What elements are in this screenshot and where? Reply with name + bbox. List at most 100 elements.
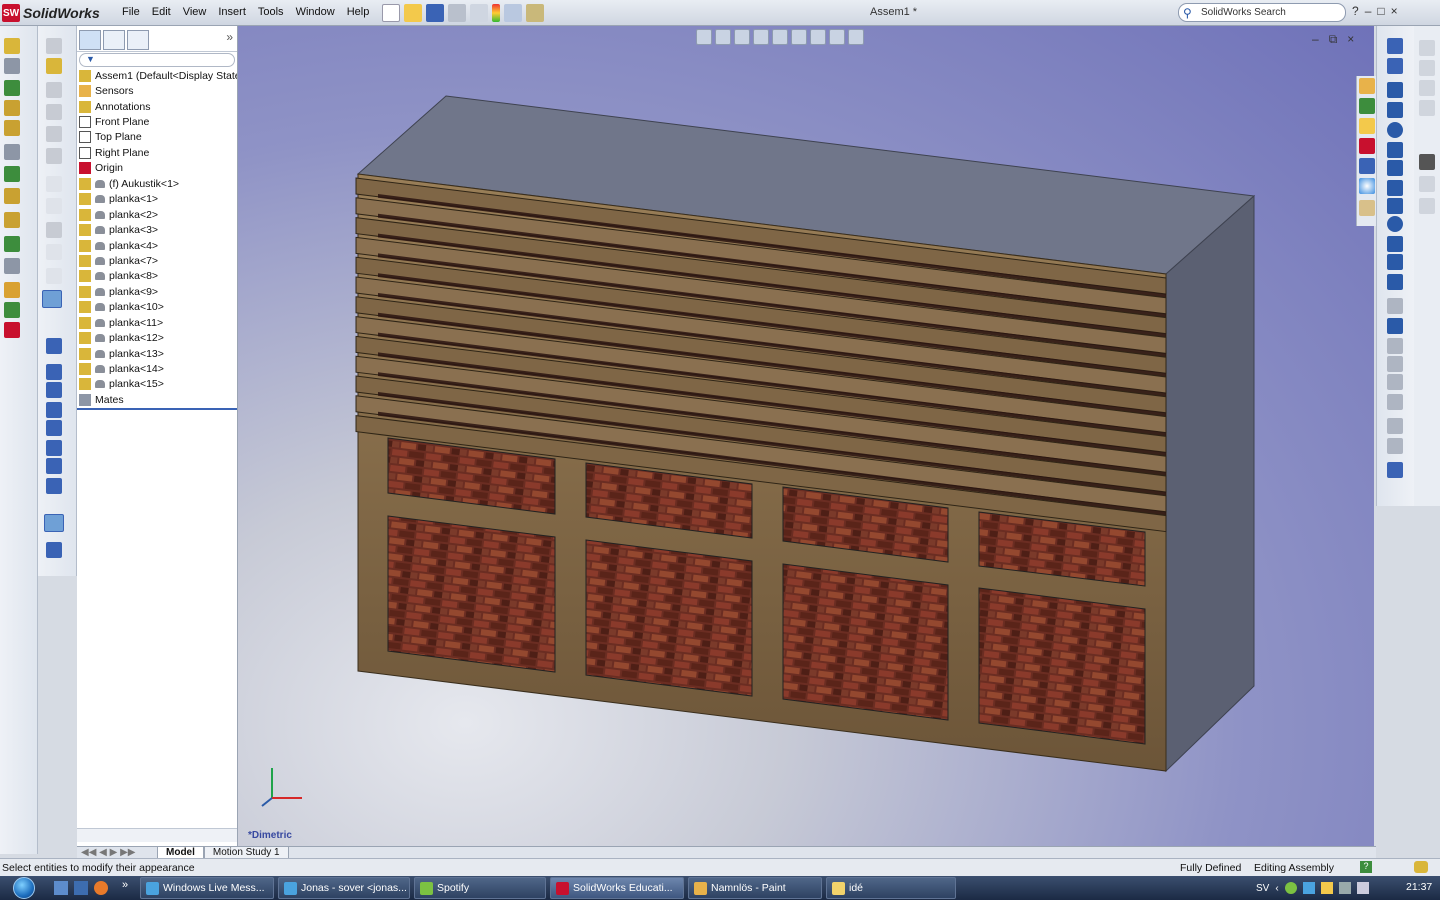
menu-insert[interactable]: Insert <box>212 4 252 22</box>
text-icon[interactable] <box>1387 274 1403 290</box>
left-view-icon[interactable] <box>46 402 62 418</box>
tab-scroll-arrows[interactable]: ◀◀ ◀ ▶ ▶▶ <box>77 847 157 858</box>
zoom-in-out-icon[interactable] <box>46 126 62 142</box>
start-button[interactable] <box>4 876 44 900</box>
appearance-icon[interactable] <box>42 290 62 308</box>
tag-icon[interactable] <box>1414 861 1428 873</box>
taskbar-button[interactable]: SolidWorks Educati... <box>550 877 684 899</box>
smart-dim-icon[interactable] <box>1387 58 1403 74</box>
tree-item[interactable]: planka<15> <box>77 377 237 392</box>
isometric-view-icon[interactable] <box>46 478 62 494</box>
signal-tray-icon[interactable] <box>1338 882 1351 894</box>
file-properties-icon[interactable] <box>504 4 522 22</box>
smart-dimension-icon[interactable] <box>4 38 20 54</box>
top-view-icon[interactable] <box>46 440 62 456</box>
configuration-manager-tab[interactable] <box>127 30 149 50</box>
save-icon[interactable] <box>426 4 444 22</box>
search-results-icon[interactable] <box>1359 138 1375 154</box>
assembly-features-icon[interactable] <box>4 144 20 160</box>
tree-item[interactable]: Origin <box>77 161 237 176</box>
tree-item[interactable]: planka<3> <box>77 222 237 237</box>
shaded-icon[interactable] <box>46 38 62 54</box>
tree-item[interactable]: planka<9> <box>77 284 237 299</box>
maximize-button[interactable]: □ <box>1377 4 1384 18</box>
spline-icon[interactable] <box>1387 160 1403 176</box>
menu-help[interactable]: Help <box>341 4 376 22</box>
tree-item[interactable]: planka<12> <box>77 330 237 345</box>
point-icon[interactable] <box>1387 236 1403 252</box>
pan-icon[interactable] <box>46 176 62 192</box>
app-logo[interactable]: SW SolidWorks <box>2 3 106 23</box>
ellipse-icon[interactable] <box>1387 180 1403 196</box>
mate-icon[interactable] <box>4 100 20 116</box>
expand-chevron-icon[interactable]: » <box>226 30 233 51</box>
menu-view[interactable]: View <box>177 4 213 22</box>
taskbar-button[interactable]: Namnlös - Paint <box>688 877 822 899</box>
tree-scrollbar[interactable] <box>77 828 237 842</box>
tree-item[interactable]: planka<7> <box>77 253 237 268</box>
tree-item[interactable]: planka<11> <box>77 315 237 330</box>
tree-item[interactable]: planka<2> <box>77 207 237 222</box>
options-icon[interactable] <box>526 4 544 22</box>
toolbox-icon[interactable] <box>4 322 20 338</box>
menu-file[interactable]: File <box>116 4 146 22</box>
network-tray-icon[interactable] <box>1302 882 1315 894</box>
language-indicator[interactable]: SV <box>1256 883 1269 894</box>
messenger-tray-icon[interactable] <box>1284 882 1297 894</box>
arc-icon[interactable] <box>1387 142 1403 158</box>
link-view-icon[interactable] <box>46 542 62 558</box>
file-explorer-icon[interactable] <box>1359 118 1375 134</box>
assembly-model[interactable] <box>238 26 1374 846</box>
close-button[interactable]: × <box>1391 4 1398 18</box>
tree-item[interactable]: Annotations <box>77 99 237 114</box>
reference-geometry-icon[interactable] <box>4 166 20 182</box>
mirror-icon[interactable] <box>1387 356 1403 372</box>
stop-icon[interactable] <box>1419 40 1435 56</box>
move-component-icon[interactable] <box>4 120 20 136</box>
roll-view-icon[interactable] <box>46 198 62 214</box>
rotate-icon[interactable] <box>46 148 62 164</box>
tree-item[interactable]: Assem1 (Default<Display State- <box>77 68 237 83</box>
taskbar-button[interactable]: Spotify <box>414 877 546 899</box>
more-quicklaunch-icon[interactable]: » <box>122 879 128 891</box>
zoom-area-icon[interactable] <box>46 104 62 120</box>
polygon-icon[interactable] <box>1387 216 1403 232</box>
tree-item[interactable]: planka<4> <box>77 238 237 253</box>
tree-item[interactable]: planka<10> <box>77 300 237 315</box>
record-icon[interactable] <box>1419 176 1435 192</box>
tree-item[interactable]: Mates <box>77 392 237 407</box>
tab-motion-study[interactable]: Motion Study 1 <box>203 846 289 859</box>
design-library-icon[interactable] <box>1359 98 1375 114</box>
menu-edit[interactable]: Edit <box>146 4 177 22</box>
feature-tree-tab[interactable] <box>79 30 101 50</box>
centerline-icon[interactable] <box>1387 254 1403 270</box>
exploded-view-icon[interactable] <box>4 188 20 204</box>
hide-show-icon[interactable] <box>4 258 20 274</box>
new-document-icon[interactable] <box>382 4 400 22</box>
quick-snaps-icon[interactable] <box>1387 462 1403 478</box>
tree-item[interactable]: Top Plane <box>77 130 237 145</box>
sketch-icon[interactable] <box>4 58 20 74</box>
property-manager-tab[interactable] <box>103 30 125 50</box>
minimize-button[interactable]: – <box>1365 4 1372 18</box>
convert-entities-icon[interactable] <box>1387 318 1403 334</box>
rectangle-icon[interactable] <box>1387 102 1403 118</box>
firefox-icon[interactable] <box>94 881 108 895</box>
help-icon[interactable]: ? <box>1352 4 1359 18</box>
render-icon[interactable] <box>1419 198 1435 214</box>
tree-item[interactable]: planka<8> <box>77 269 237 284</box>
view-palette-icon[interactable] <box>1359 158 1375 174</box>
home-icon[interactable] <box>1359 78 1375 94</box>
tree-item[interactable]: (f) Aukustik<1> <box>77 176 237 191</box>
dimetric-view-icon[interactable] <box>44 514 64 532</box>
tree-item[interactable]: Right Plane <box>77 145 237 160</box>
trim-icon[interactable] <box>1387 298 1403 314</box>
tree-filter[interactable]: ▼ <box>79 53 235 67</box>
menu-window[interactable]: Window <box>290 4 341 22</box>
right-view-icon[interactable] <box>46 420 62 436</box>
tree-item[interactable]: planka<14> <box>77 361 237 376</box>
back-view-icon[interactable] <box>46 382 62 398</box>
sketch-tool-icon[interactable] <box>1387 38 1403 54</box>
help-badge[interactable]: ? <box>1360 861 1372 873</box>
taskbar-button[interactable]: Jonas - sover <jonas... <box>278 877 410 899</box>
